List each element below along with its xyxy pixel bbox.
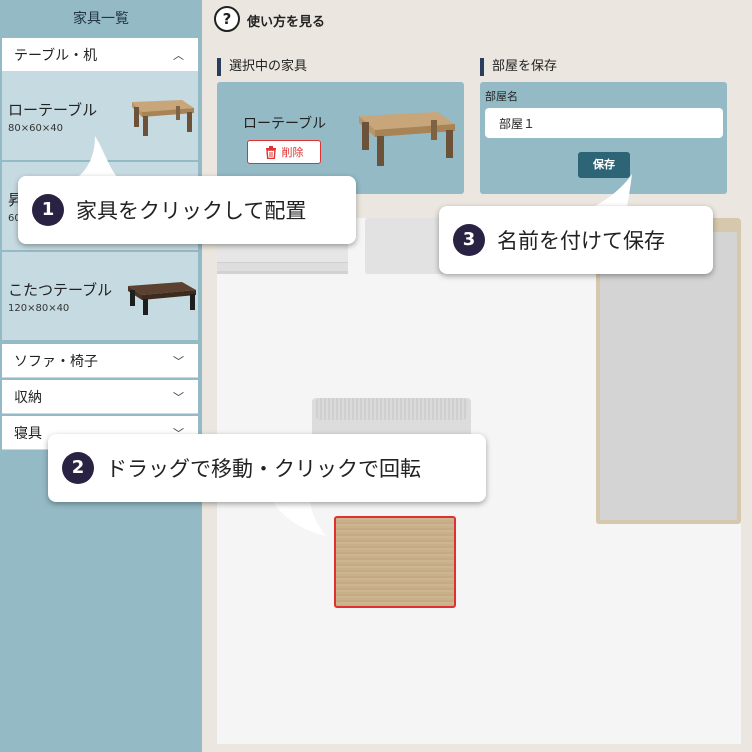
chevron-up-icon: ︿: [173, 48, 184, 62]
selected-section-title: 選択中の家具: [217, 58, 307, 76]
category-label: ソファ・椅子: [14, 353, 98, 370]
step-text: ドラッグで移動・クリックで回転: [106, 457, 421, 481]
low-table-icon: [132, 100, 194, 136]
step-number-badge: 3: [453, 224, 485, 256]
chevron-down-icon: ﹀: [173, 354, 184, 368]
bubble-tail: [240, 496, 326, 536]
category-tables[interactable]: テーブル・机 ︿: [2, 38, 198, 72]
step-text: 家具をクリックして配置: [76, 199, 307, 223]
tutorial-step3-bubble: 3 名前を付けて保存: [439, 206, 713, 274]
category-label: 寝具: [14, 425, 42, 442]
room-name-label: 部屋名: [485, 90, 518, 103]
tutorial-step2-bubble: 2 ドラッグで移動・クリックで回転: [48, 434, 486, 502]
furniture-sidebar: 家具一覧 テーブル・机 ︿ ローテーブル 80×60×40 昇 60 こたつテー…: [0, 0, 202, 752]
room-name-input[interactable]: [485, 108, 723, 138]
category-storage[interactable]: 収納 ﹀: [2, 380, 198, 414]
category-label: 収納: [14, 389, 42, 406]
item-name: ローテーブル: [8, 101, 98, 119]
tutorial-step1-bubble: 1 家具をクリックして配置: [18, 176, 356, 244]
step-number-badge: 1: [32, 194, 64, 226]
bubble-tail: [70, 136, 122, 182]
chevron-down-icon: ﹀: [173, 390, 184, 404]
category-sofas[interactable]: ソファ・椅子 ﹀: [2, 344, 198, 378]
step-text: 名前を付けて保存: [497, 229, 665, 253]
help-icon[interactable]: ?: [214, 6, 240, 32]
kotatsu-table-icon: [128, 282, 196, 315]
sidebar-title: 家具一覧: [73, 11, 129, 27]
trash-icon: [265, 145, 276, 159]
furniture-item-kotatsu[interactable]: こたつテーブル 120×80×40: [2, 252, 198, 340]
delete-label: 削除: [281, 146, 304, 159]
selected-furniture-name: ローテーブル: [243, 116, 327, 132]
item-size: 80×60×40: [8, 123, 63, 134]
selected-low-table[interactable]: [334, 516, 456, 608]
delete-button[interactable]: 削除: [247, 140, 321, 164]
save-section-title: 部屋を保存: [480, 58, 557, 76]
step-number-badge: 2: [62, 452, 94, 484]
item-size: 120×80×40: [8, 303, 70, 314]
category-label: テーブル・机: [14, 47, 98, 64]
low-table-preview-icon: [359, 112, 455, 166]
item-name: こたつテーブル: [8, 281, 113, 299]
help-link[interactable]: 使い方を見る: [247, 11, 325, 30]
